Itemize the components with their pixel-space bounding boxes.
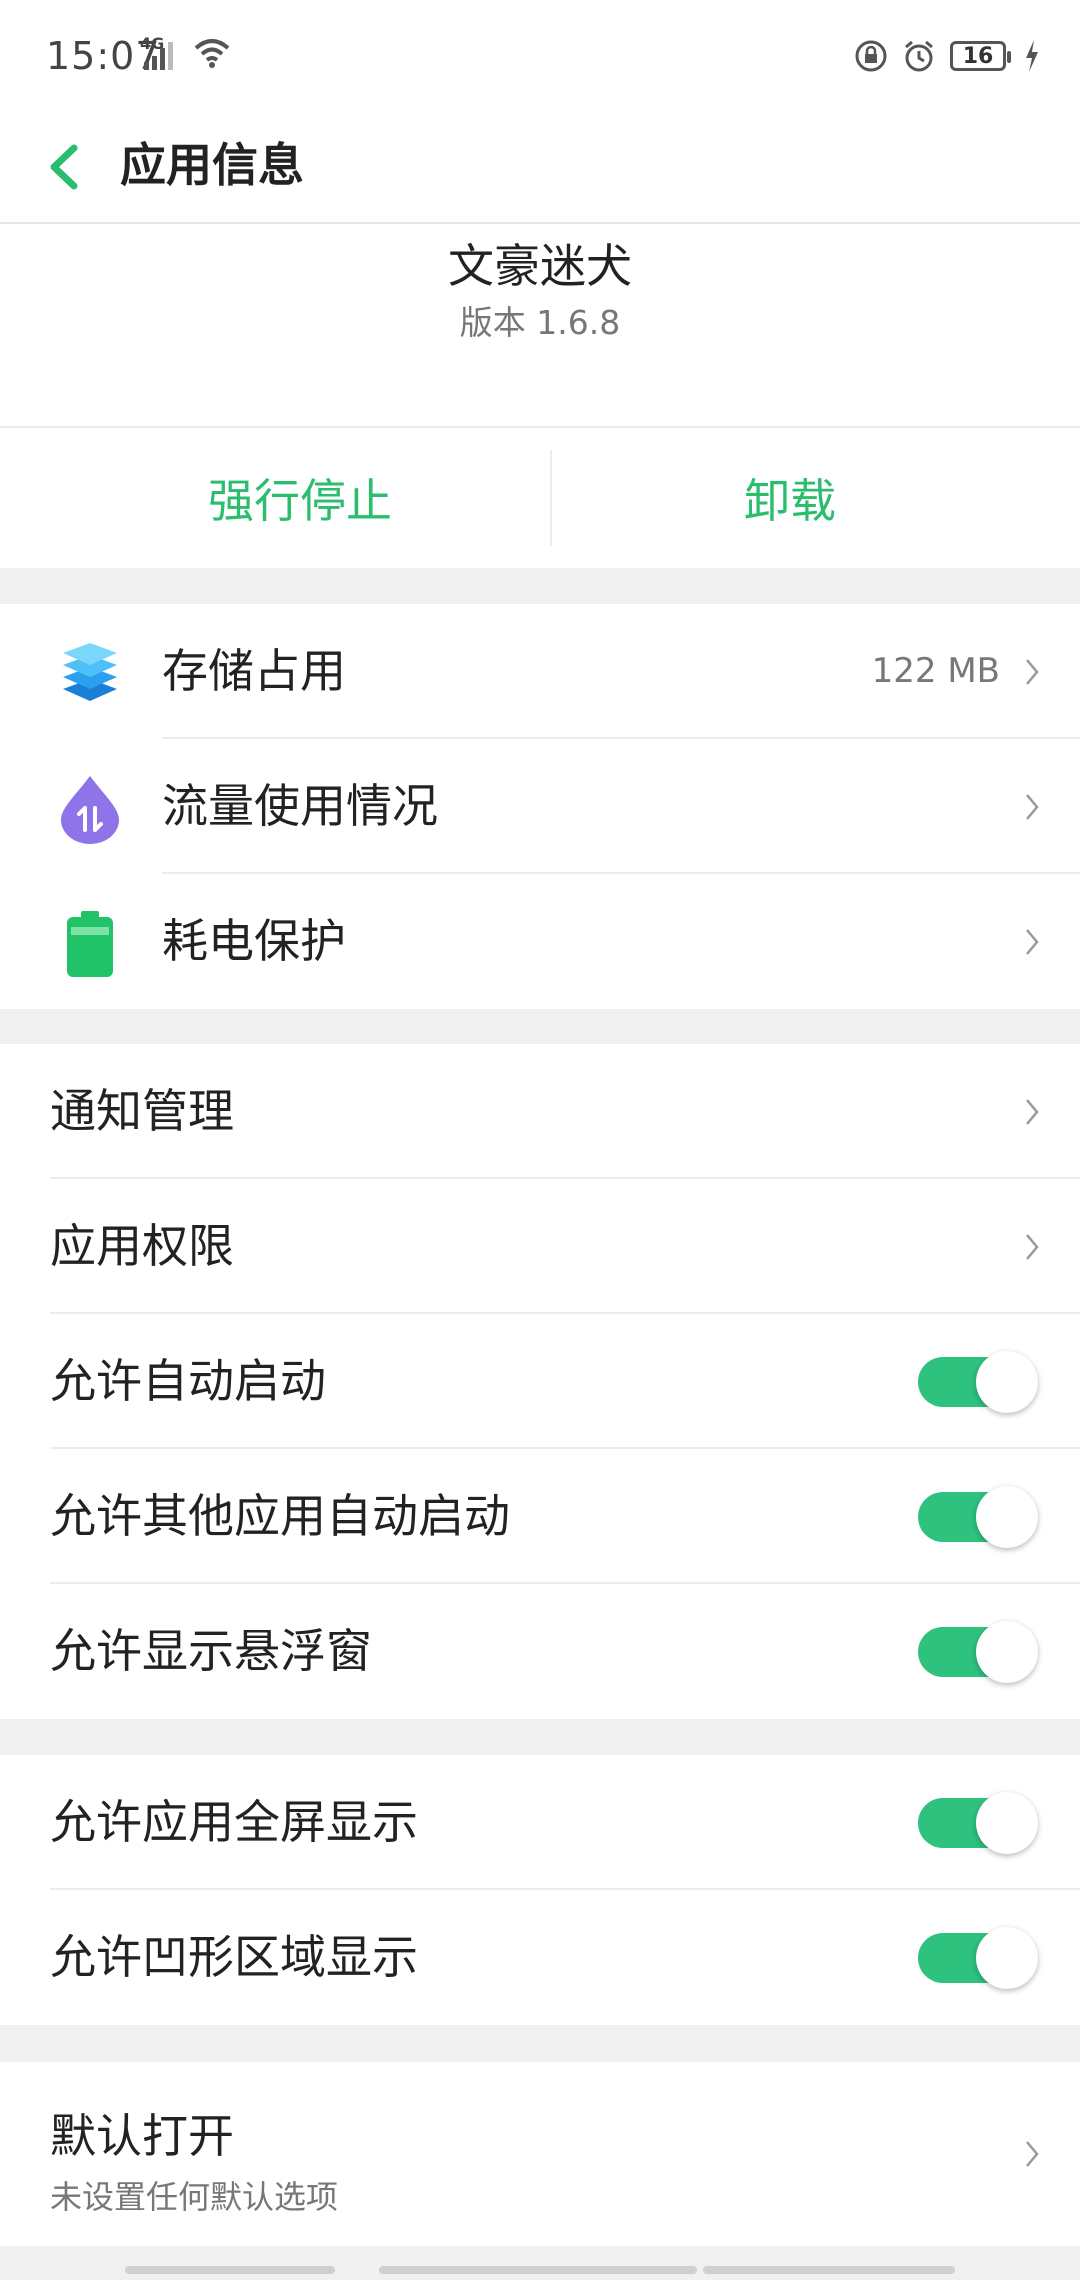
- wifi-icon: [194, 39, 230, 68]
- signal-icon: [144, 42, 173, 70]
- bottom-tab-segment: [379, 2266, 697, 2274]
- floating-window-row: 允许显示悬浮窗: [0, 1584, 1080, 1719]
- settings-section: 通知管理 应用权限 允许自动启动 允许其他应用自动启动 允许显示悬浮窗: [0, 1044, 1080, 1719]
- data-usage-row[interactable]: 流量使用情况: [0, 739, 1080, 874]
- back-button[interactable]: [36, 124, 116, 204]
- charging-icon: [1026, 40, 1038, 72]
- notification-row[interactable]: 通知管理: [0, 1044, 1080, 1179]
- other-auto-start-row: 允许其他应用自动启动: [0, 1449, 1080, 1584]
- toggle-knob: [976, 1926, 1038, 1989]
- chevron-right-icon: [1026, 793, 1039, 820]
- floating-window-label: 允许显示悬浮窗: [50, 1624, 372, 1678]
- default-open-title: 默认打开: [50, 2109, 234, 2163]
- storage-value: 122 MB: [871, 651, 1000, 691]
- permissions-label: 应用权限: [50, 1219, 234, 1273]
- app-bar: 应用信息: [0, 110, 1080, 224]
- chevron-right-icon: [1026, 2141, 1039, 2167]
- battery-protect-icon: [67, 911, 113, 977]
- fullscreen-toggle[interactable]: [918, 1791, 1038, 1854]
- bottom-edge-bar: [125, 2266, 955, 2274]
- toggle-knob: [976, 1620, 1038, 1683]
- chevron-right-icon: [1026, 1233, 1039, 1260]
- notch-display-toggle[interactable]: [918, 1926, 1038, 1989]
- default-open-row[interactable]: 默认打开 未设置任何默认选项: [0, 2062, 1080, 2246]
- chevron-right-icon: [1026, 928, 1039, 955]
- chevron-right-icon: [1026, 1098, 1039, 1125]
- notch-display-label: 允许凹形区域显示: [50, 1930, 418, 1984]
- display-section: 允许应用全屏显示 允许凹形区域显示: [0, 1755, 1080, 2025]
- auto-start-toggle[interactable]: [918, 1350, 1038, 1413]
- app-name: 文豪迷犬: [448, 239, 632, 293]
- force-stop-button[interactable]: 强行停止: [30, 428, 570, 568]
- floating-window-toggle[interactable]: [918, 1620, 1038, 1683]
- bottom-tab-segment: [125, 2266, 335, 2274]
- fullscreen-row: 允许应用全屏显示: [0, 1755, 1080, 1890]
- battery-level: 16: [962, 43, 994, 69]
- other-auto-start-toggle[interactable]: [918, 1485, 1038, 1548]
- chevron-right-icon: [1026, 658, 1039, 685]
- default-open-section: 默认打开 未设置任何默认选项: [0, 2062, 1080, 2246]
- toggle-knob: [976, 1350, 1038, 1413]
- data-usage-icon: [61, 776, 119, 844]
- permissions-row[interactable]: 应用权限: [0, 1179, 1080, 1314]
- toggle-knob: [976, 1791, 1038, 1854]
- page-title: 应用信息: [120, 138, 304, 192]
- notch-display-row: 允许凹形区域显示: [0, 1890, 1080, 2025]
- other-auto-start-label: 允许其他应用自动启动: [50, 1489, 510, 1543]
- default-open-subtitle: 未设置任何默认选项: [50, 2178, 339, 2216]
- auto-start-label: 允许自动启动: [50, 1354, 326, 1408]
- fullscreen-label: 允许应用全屏显示: [50, 1795, 418, 1849]
- app-actions: 强行停止 卸载: [0, 428, 1080, 568]
- alarm-icon: [905, 40, 933, 72]
- network-indicator: 4G: [140, 34, 230, 74]
- uninstall-button[interactable]: 卸载: [520, 428, 1060, 568]
- app-header: 文豪迷犬 版本 1.6.8: [0, 224, 1080, 428]
- battery-icon: 16: [950, 41, 1011, 71]
- status-bar: 15:07 4G 16: [0, 0, 1080, 110]
- chevron-left-icon: [50, 144, 78, 190]
- data-usage-label: 流量使用情况: [162, 779, 438, 833]
- battery-protect-label: 耗电保护: [162, 914, 346, 968]
- notification-label: 通知管理: [50, 1084, 234, 1138]
- lock-icon: [855, 40, 887, 72]
- battery-protect-row[interactable]: 耗电保护: [0, 874, 1080, 1009]
- storage-layers-icon: [63, 643, 117, 701]
- bottom-tab-segment: [703, 2266, 955, 2274]
- app-version: 版本 1.6.8: [459, 303, 621, 342]
- auto-start-row: 允许自动启动: [0, 1314, 1080, 1449]
- status-icons: 16: [854, 36, 1040, 76]
- usage-section: 存储占用 122 MB 流量使用情况 耗电保护: [0, 604, 1080, 1009]
- storage-row[interactable]: 存储占用 122 MB: [0, 604, 1080, 739]
- storage-label: 存储占用: [162, 644, 346, 698]
- toggle-knob: [976, 1485, 1038, 1548]
